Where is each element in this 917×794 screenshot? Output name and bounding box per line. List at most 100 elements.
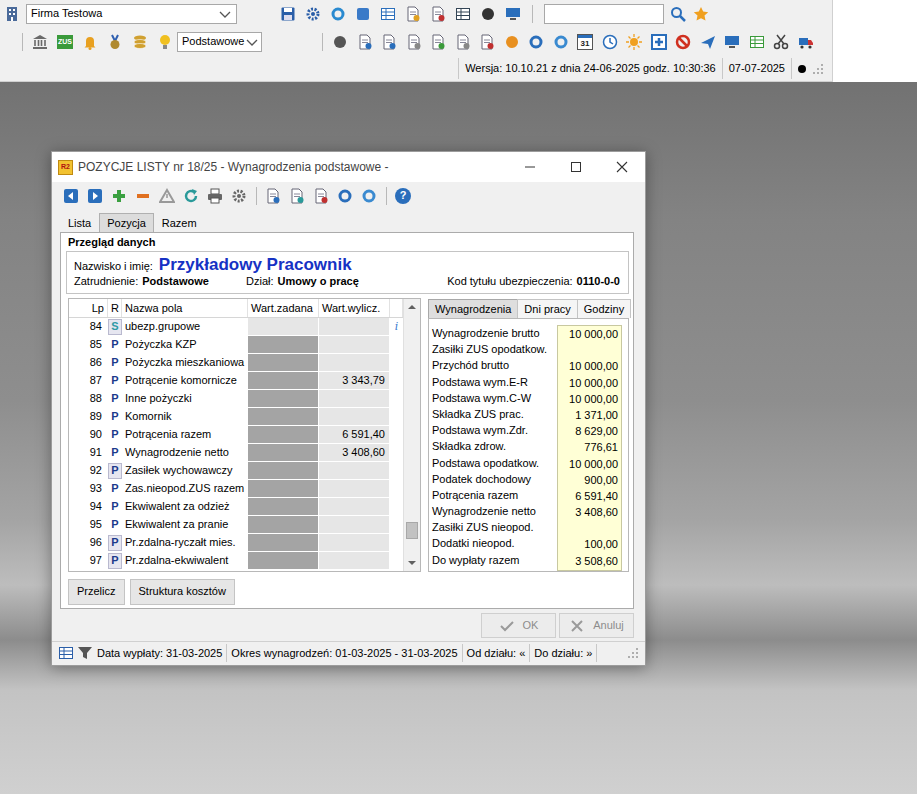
edit-doc-icon[interactable] xyxy=(381,34,397,50)
add-icon[interactable] xyxy=(111,188,127,204)
clear-doc-icon[interactable] xyxy=(313,188,329,204)
bell-icon[interactable] xyxy=(82,34,98,50)
company-select[interactable]: Firma Testowa xyxy=(26,4,237,24)
table-row[interactable]: 96PPr.zdalna-ryczałt mies. xyxy=(69,534,403,552)
info-note[interactable] xyxy=(390,336,403,354)
ok-button[interactable]: OK xyxy=(481,613,556,638)
maximize-icon[interactable] xyxy=(568,159,584,175)
key-doc-icon[interactable] xyxy=(405,6,421,22)
list-doc-icon[interactable] xyxy=(406,34,422,50)
tools-icon[interactable] xyxy=(305,6,321,22)
refresh-icon[interactable] xyxy=(183,188,199,204)
column-header[interactable]: R xyxy=(108,299,122,317)
info-note[interactable] xyxy=(390,372,403,390)
globe-icon[interactable] xyxy=(330,6,346,22)
money-icon[interactable] xyxy=(480,6,496,22)
scroll-down-button[interactable] xyxy=(404,555,420,571)
medal-icon[interactable] xyxy=(107,34,123,50)
minimize-icon[interactable] xyxy=(522,159,538,175)
monitor-icon[interactable] xyxy=(505,6,521,22)
action-button[interactable]: Przelicz xyxy=(68,579,125,605)
calculator-icon[interactable] xyxy=(380,6,396,22)
medical-icon[interactable] xyxy=(651,34,667,50)
scroll-thumb[interactable] xyxy=(406,522,418,539)
info-note[interactable] xyxy=(390,408,403,426)
resize-grip-icon[interactable] xyxy=(810,61,826,77)
table-row[interactable]: 91PWynagrodzenie netto3 408,60 xyxy=(69,444,403,462)
favorite-star-icon[interactable] xyxy=(693,6,709,22)
tab[interactable]: Razem xyxy=(154,213,205,232)
save-icon[interactable] xyxy=(280,6,296,22)
report-icon[interactable] xyxy=(430,34,446,50)
calendar-icon[interactable]: 31 xyxy=(577,34,593,50)
table-row[interactable]: 92PZasiłek wychowawczy xyxy=(69,462,403,480)
table-row[interactable]: 84Subezp.grupowei xyxy=(69,318,403,336)
table-row[interactable]: 86PPożyczka mieszkaniowa xyxy=(69,354,403,372)
calc-doc-icon[interactable] xyxy=(265,188,281,204)
message-icon[interactable] xyxy=(355,6,371,22)
action-button[interactable]: Struktura kosztów xyxy=(130,579,235,605)
info-note[interactable] xyxy=(390,444,403,462)
remove-icon[interactable] xyxy=(135,188,151,204)
table-row[interactable]: 88PInne pożyczki xyxy=(69,390,403,408)
close-icon[interactable] xyxy=(614,159,630,175)
cycle-icon[interactable] xyxy=(553,34,569,50)
table-row[interactable]: 90PPotrącenia razem6 591,40 xyxy=(69,426,403,444)
window-control[interactable] xyxy=(507,152,553,182)
summary-tab[interactable]: Godziny xyxy=(577,299,631,318)
table-row[interactable]: 89PKomornik xyxy=(69,408,403,426)
resize-grip-icon[interactable] xyxy=(625,645,641,661)
coins-icon[interactable] xyxy=(132,34,148,50)
table-row[interactable]: 93PZas.nieopod.ZUS razem xyxy=(69,480,403,498)
bank-icon[interactable] xyxy=(32,34,48,50)
sun-icon[interactable] xyxy=(626,34,642,50)
column-header[interactable]: Wart.zadana xyxy=(248,299,319,317)
plane-icon[interactable] xyxy=(700,34,716,50)
table-icon[interactable] xyxy=(455,6,471,22)
info-note[interactable] xyxy=(390,354,403,372)
column-header[interactable]: Lp xyxy=(69,299,108,317)
payroll-window[interactable]: R2POZYCJE LISTY nr 18/25 - Wynagrodzenia… xyxy=(51,151,646,666)
settings-icon[interactable] xyxy=(231,188,247,204)
chart-icon[interactable] xyxy=(528,34,544,50)
search-field[interactable] xyxy=(544,4,664,24)
table-row[interactable]: 95PEkwiwalent za pranie xyxy=(69,516,403,534)
tab[interactable]: Lista xyxy=(60,213,99,232)
summary-tab[interactable]: Dni pracy xyxy=(517,299,577,318)
bulb-icon[interactable] xyxy=(157,34,173,50)
table-row[interactable]: 94PEkwiwalent za odzież xyxy=(69,498,403,516)
info-note[interactable] xyxy=(390,462,403,480)
info-note[interactable] xyxy=(390,390,403,408)
column-header[interactable]: Wart.wylicz. xyxy=(319,299,390,317)
printer-icon[interactable] xyxy=(207,188,223,204)
document-icon[interactable] xyxy=(357,34,373,50)
info-note[interactable] xyxy=(390,534,403,552)
info-note[interactable] xyxy=(390,426,403,444)
delete-doc-icon[interactable] xyxy=(430,6,446,22)
table-scrollbar[interactable] xyxy=(403,299,420,571)
tab[interactable]: Pozycja xyxy=(99,213,154,232)
forbidden-icon[interactable] xyxy=(675,34,691,50)
summary-tab[interactable]: Wynagrodzenia xyxy=(428,299,518,318)
window-control[interactable] xyxy=(553,152,599,182)
timer-icon[interactable] xyxy=(332,34,348,50)
company-icon[interactable] xyxy=(4,6,20,22)
history-icon[interactable] xyxy=(479,34,495,50)
info-note[interactable] xyxy=(390,498,403,516)
help-icon[interactable]: ? xyxy=(395,188,411,204)
column-header[interactable]: Nazwa pola xyxy=(122,299,248,317)
previous-icon[interactable] xyxy=(63,188,79,204)
fields-table[interactable]: LpRNazwa polaWart.zadanaWart.wylicz.84Su… xyxy=(68,298,421,572)
scroll-up-button[interactable] xyxy=(404,299,420,315)
warning-icon[interactable] xyxy=(159,188,175,204)
screen-icon[interactable] xyxy=(724,34,740,50)
table-row[interactable]: 87PPotrącenie komornicze3 343,79 xyxy=(69,372,403,390)
zus-icon[interactable]: ZUS xyxy=(57,35,73,49)
table-row[interactable]: 85PPożyczka KZP xyxy=(69,336,403,354)
search-doc-icon[interactable] xyxy=(289,188,305,204)
helmet-icon[interactable] xyxy=(504,34,520,50)
clock-icon[interactable] xyxy=(602,34,618,50)
table-view-icon[interactable] xyxy=(58,645,74,661)
recalc-icon[interactable] xyxy=(337,188,353,204)
table-row[interactable]: 97PPr.zdalna-ekwiwalent xyxy=(69,552,403,570)
